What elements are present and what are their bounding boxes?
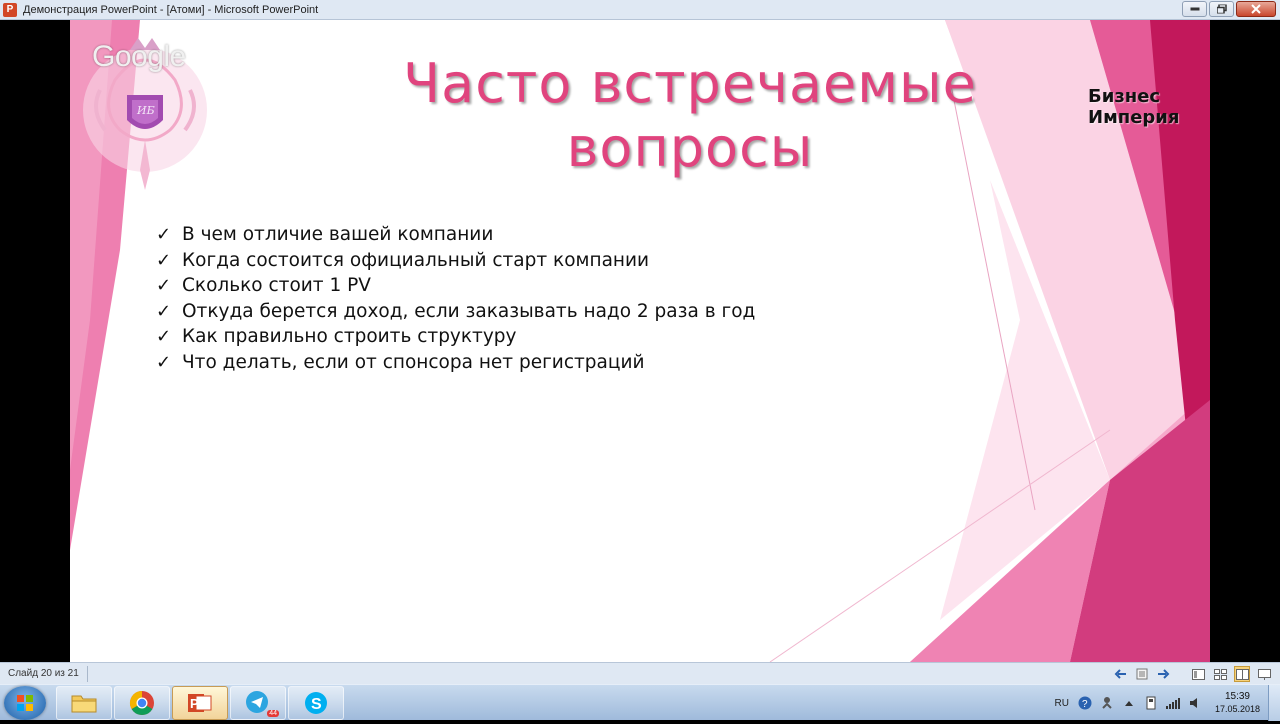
checkmark-icon: ✓ [156,326,182,347]
volume-icon[interactable] [1187,695,1203,711]
taskbar-chrome[interactable] [114,686,170,720]
chrome-icon [129,690,155,716]
left-letterbox [0,20,70,662]
taskbar-telegram[interactable]: 44 [230,686,286,720]
show-hidden-icons-icon[interactable] [1121,695,1137,711]
list-item: ✓Сколько стоит 1 PV [156,273,755,299]
clock-date: 17.05.2018 [1215,703,1260,716]
skype-icon: S [303,690,329,716]
status-bar: Слайд 20 из 21 [0,662,1280,684]
list-item: ✓Откуда берется доход, если заказывать н… [156,299,755,325]
normal-view-icon[interactable] [1190,666,1206,682]
system-tray: RU ? 15:39 17.05.2018 [1055,685,1280,721]
slide-title: Часто встречаемые вопросы [370,52,1010,180]
status-divider [87,666,88,682]
slide-counter: Слайд 20 из 21 [8,668,79,679]
notification-icon[interactable] [1099,695,1115,711]
network-signal-icon[interactable] [1165,695,1181,711]
svg-text:S: S [311,696,322,713]
restore-button[interactable] [1209,1,1234,17]
svg-text:P: P [190,696,199,711]
folder-icon [70,691,98,715]
window-title-bar: P Демонстрация PowerPoint - [Атоми] - Mi… [0,0,1280,20]
taskbar-skype[interactable]: S [288,686,344,720]
taskbar-explorer[interactable] [56,686,112,720]
telegram-badge: 44 [267,710,279,717]
reading-view-icon[interactable] [1234,666,1250,682]
faq-list: ✓В чем отличие вашей компании ✓Когда сос… [156,222,755,375]
device-icon[interactable] [1143,695,1159,711]
list-item: ✓Что делать, если от спонсора нет регист… [156,350,755,376]
windows-taskbar: P 44 S RU ? 15:39 17.05.2018 [0,684,1280,720]
minimize-button[interactable] [1182,1,1207,17]
slide-sorter-view-icon[interactable] [1212,666,1228,682]
list-item: ✓Как правильно строить структуру [156,324,755,350]
slide-menu-icon[interactable] [1134,666,1150,682]
next-slide-icon[interactable] [1156,666,1172,682]
slide-canvas: ИБ Google Часто встречаемые вопросы Бизн… [70,20,1210,662]
google-watermark: Google [92,40,186,74]
checkmark-icon: ✓ [156,352,182,373]
checkmark-icon: ✓ [156,250,182,271]
brand-name: Бизнес Империя [1088,86,1210,128]
slide-show-view-icon[interactable] [1256,666,1272,682]
system-clock[interactable]: 15:39 17.05.2018 [1215,690,1260,716]
slide-title-line2: вопросы [370,116,1010,180]
window-title: Демонстрация PowerPoint - [Атоми] - Micr… [23,4,318,16]
powerpoint-icon: P [187,691,213,715]
windows-logo-icon [4,686,46,720]
checkmark-icon: ✓ [156,224,182,245]
svg-text:?: ? [1082,699,1088,710]
clock-time: 15:39 [1215,690,1260,703]
taskbar-powerpoint[interactable]: P [172,686,228,720]
previous-slide-icon[interactable] [1112,666,1128,682]
svg-text:ИБ: ИБ [136,104,155,117]
slide-title-line1: Часто встречаемые [370,52,1010,116]
show-desktop-button[interactable] [1268,685,1280,721]
help-icon[interactable]: ? [1077,695,1093,711]
checkmark-icon: ✓ [156,301,182,322]
list-item: ✓В чем отличие вашей компании [156,222,755,248]
close-button[interactable] [1236,1,1276,17]
right-letterbox [1210,20,1280,662]
language-indicator[interactable]: RU [1055,698,1069,709]
checkmark-icon: ✓ [156,275,182,296]
start-button[interactable] [4,686,46,720]
powerpoint-icon[interactable]: P [3,3,17,17]
list-item: ✓Когда состоится официальный старт компа… [156,248,755,274]
